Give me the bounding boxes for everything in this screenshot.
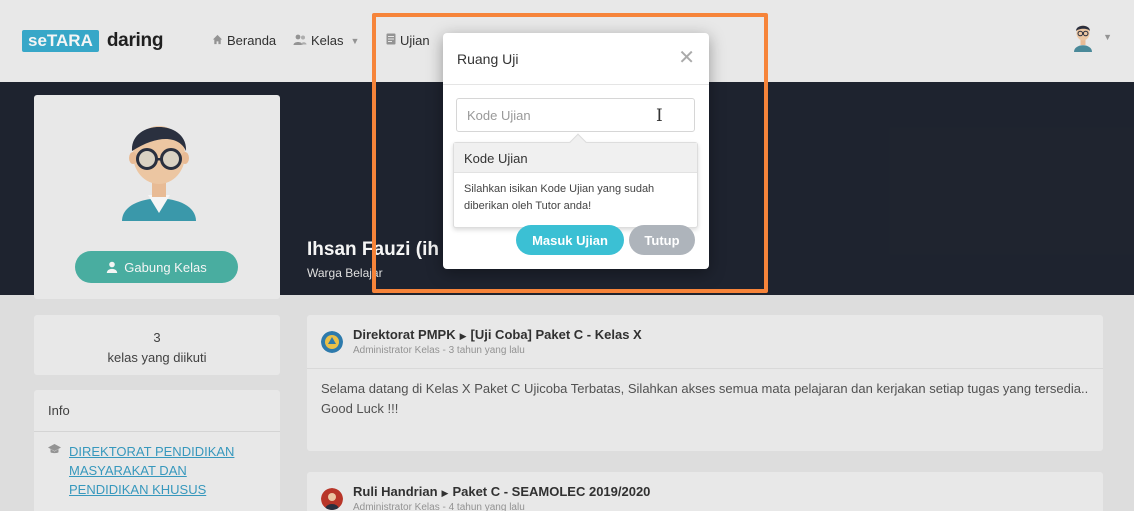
enter-exam-button[interactable]: Masuk Ujian [516,225,624,255]
modal-title: Ruang Uji [457,51,519,67]
close-button[interactable]: Tutup [629,225,695,255]
tooltip-title: Kode Ujian [454,133,697,173]
tooltip-arrow [569,133,587,151]
modal-header: Ruang Uji ✕ [443,33,709,85]
tooltip-body: Silahkan isikan Kode Ujian yang sudah di… [464,183,655,212]
text-cursor-icon: I [656,106,663,126]
exam-code-tooltip: Kode Ujian Silahkan isikan Kode Ujian ya… [453,133,698,228]
exam-room-modal: Ruang Uji ✕ I Kode Ujian Silahkan isikan… [443,33,709,269]
close-icon[interactable]: ✕ [678,45,695,69]
tooltip-title-text: Kode Ujian [464,151,528,166]
